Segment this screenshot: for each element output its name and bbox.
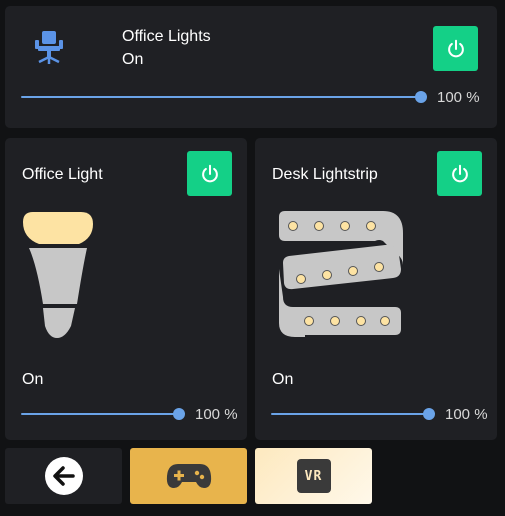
group-card: Office Lights On 100 % — [5, 6, 497, 128]
power-icon — [201, 164, 218, 182]
light-card-desk-lightstrip: Desk Lightstrip On 100 % — [255, 138, 497, 440]
vr-mode-button[interactable]: VR — [255, 448, 372, 504]
power-icon — [447, 39, 464, 57]
light-state: On — [272, 371, 294, 388]
light-brightness-slider[interactable] — [271, 408, 435, 420]
bulb-icon — [19, 210, 99, 340]
power-icon — [451, 164, 468, 182]
light-title: Office Light — [22, 166, 103, 183]
light-state: On — [22, 371, 44, 388]
vr-icon: VR — [296, 459, 331, 493]
game-mode-button[interactable] — [130, 448, 247, 504]
light-power-button[interactable] — [437, 151, 482, 196]
group-power-button[interactable] — [433, 26, 478, 71]
gamepad-icon — [166, 464, 211, 488]
lightstrip-icon — [275, 211, 405, 339]
back-arrow-icon — [44, 457, 83, 495]
light-brightness-value: 100 % — [195, 406, 238, 423]
group-state: On — [122, 51, 144, 68]
light-power-button[interactable] — [187, 151, 232, 196]
light-title: Desk Lightstrip — [272, 166, 378, 183]
group-title: Office Lights — [122, 28, 211, 45]
vr-label: VR — [304, 468, 323, 484]
light-brightness-value: 100 % — [445, 406, 488, 423]
back-button[interactable] — [5, 448, 122, 504]
slider-thumb[interactable] — [423, 408, 435, 420]
office-chair-icon — [29, 28, 69, 68]
light-card-office-light: Office Light On 100 % — [5, 138, 247, 440]
group-brightness-slider[interactable] — [21, 91, 427, 103]
slider-thumb[interactable] — [415, 91, 427, 103]
light-brightness-slider[interactable] — [21, 408, 185, 420]
group-brightness-value: 100 % — [437, 89, 480, 106]
slider-thumb[interactable] — [173, 408, 185, 420]
